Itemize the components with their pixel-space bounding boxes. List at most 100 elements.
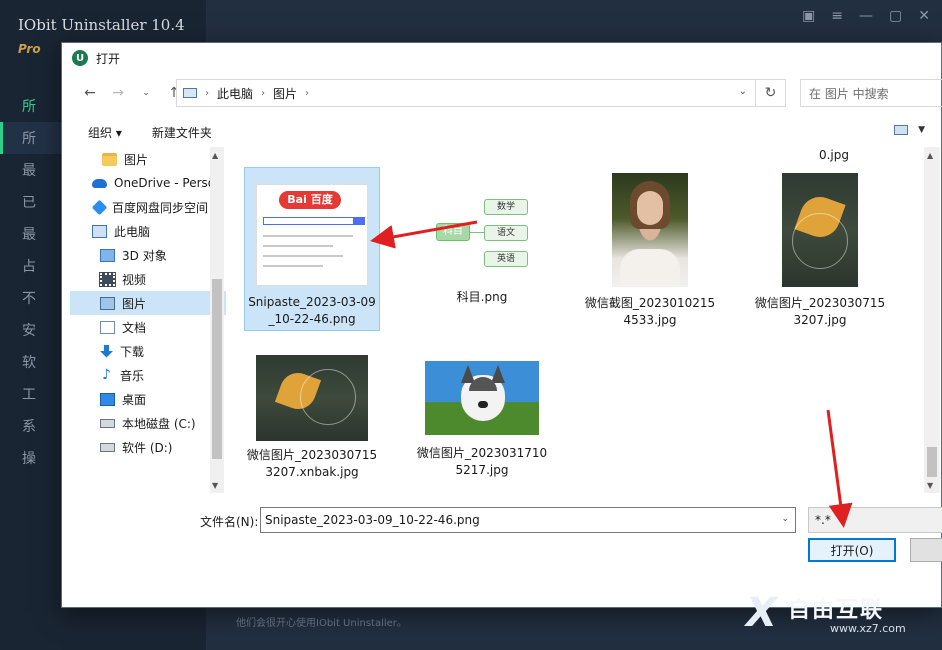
back-arrow-icon[interactable]: ← xyxy=(78,81,102,105)
scroll-down-icon[interactable]: ▼ xyxy=(927,481,933,490)
app-title: IObit Uninstaller 10.4 xyxy=(18,16,185,34)
nav-item-videos[interactable]: 视频 xyxy=(70,267,226,291)
nav-item-pictures[interactable]: 图片 xyxy=(70,291,226,315)
file-name: Snipaste_2023-03-09_10-22-46.png xyxy=(248,295,376,326)
view-dropdown-icon[interactable]: ▼ xyxy=(918,125,925,135)
command-toolbar: 组织 ▾ 新建文件夹 ▼ xyxy=(62,119,941,145)
open-button[interactable]: 打开(O) xyxy=(808,538,896,562)
text-line xyxy=(263,265,323,267)
file-name: 0.jpg xyxy=(818,148,850,162)
breadcrumb-chevron-icon[interactable]: › xyxy=(261,88,265,99)
app-minimize-icon[interactable]: — xyxy=(859,8,873,24)
nav-item-this-pc[interactable]: 此电脑 xyxy=(70,219,226,243)
app-nav-item[interactable]: 安 xyxy=(0,314,62,346)
nav-item-pictures-quick[interactable]: 图片 xyxy=(70,147,226,171)
navigation-pane: 图片 OneDrive - Perso 百度网盘同步空间 此电脑 3D 对象 视… xyxy=(70,147,226,493)
video-icon xyxy=(99,271,116,287)
nav-item-label: 视频 xyxy=(122,272,147,287)
forward-arrow-icon[interactable]: → xyxy=(106,81,130,105)
music-icon: ♪ xyxy=(102,367,111,383)
cancel-button[interactable] xyxy=(910,538,942,562)
breadcrumb-chevron-icon[interactable]: › xyxy=(205,88,209,99)
scroll-thumb[interactable] xyxy=(927,447,937,477)
nav-item-baidu-netdisk[interactable]: 百度网盘同步空间 xyxy=(70,195,226,219)
file-thumbnail: Bai 百度 xyxy=(256,184,368,286)
file-item[interactable]: 0.jpg xyxy=(766,147,902,164)
app-nav-item[interactable]: 操 xyxy=(0,442,62,474)
watermark-x-logo: X xyxy=(746,590,777,636)
nav-item-3d-objects[interactable]: 3D 对象 xyxy=(70,243,226,267)
filename-label: 文件名(N): xyxy=(200,515,259,529)
nav-item-local-disk-c[interactable]: 本地磁盘 (C:) xyxy=(70,411,226,435)
documents-icon xyxy=(100,320,115,334)
filename-dropdown-icon[interactable]: ⌄ xyxy=(781,514,789,524)
app-gift-icon[interactable]: ▣ xyxy=(802,8,815,24)
refresh-icon[interactable]: ↻ xyxy=(756,79,786,107)
nav-item-label: 桌面 xyxy=(122,392,147,407)
app-maximize-icon[interactable]: ▢ xyxy=(889,8,902,24)
nav-item-label: 3D 对象 xyxy=(122,248,167,263)
nav-item-documents[interactable]: 文档 xyxy=(70,315,226,339)
recent-locations-chevron-icon[interactable]: ⌄ xyxy=(134,81,158,105)
app-nav-item[interactable]: 工 xyxy=(0,378,62,410)
file-grid-scrollbar[interactable]: ▲ ▼ xyxy=(924,147,940,493)
text-line xyxy=(263,255,343,257)
nav-item-downloads[interactable]: 下载 xyxy=(70,339,226,363)
app-nav-item[interactable]: 系 xyxy=(0,410,62,442)
app-nav-item[interactable]: 最 xyxy=(0,218,62,250)
breadcrumb-pictures[interactable]: 图片 xyxy=(273,85,297,102)
app-edition-badge: Pro xyxy=(18,42,41,56)
file-item[interactable]: 微信截图_20230102154533.jpg xyxy=(582,171,718,329)
nav-item-music[interactable]: ♪ 音乐 xyxy=(70,363,226,387)
downloads-icon xyxy=(100,344,113,358)
search-input[interactable]: 在 图片 中搜索 xyxy=(800,79,942,107)
scroll-down-icon[interactable]: ▼ xyxy=(212,481,218,490)
app-menu-icon[interactable]: ≡ xyxy=(831,8,843,24)
app-close-icon[interactable]: ✕ xyxy=(918,8,930,24)
app-nav-item[interactable]: 占 xyxy=(0,250,62,282)
search-button-shape xyxy=(353,217,365,225)
filename-input[interactable]: Snipaste_2023-03-09_10-22-46.png ⌄ xyxy=(260,507,796,533)
nav-item-onedrive[interactable]: OneDrive - Perso xyxy=(70,171,226,195)
breadcrumb-this-pc[interactable]: 此电脑 xyxy=(217,85,253,102)
nav-item-label: 音乐 xyxy=(120,368,145,383)
address-bar[interactable]: › 此电脑 › 图片 › ⌄ xyxy=(176,79,756,107)
file-item[interactable]: 科目 数学 语文 英语 科目.png xyxy=(414,167,550,306)
file-item[interactable]: 微信图片_20230307153207.jpg xyxy=(752,171,888,329)
new-folder-button[interactable]: 新建文件夹 xyxy=(152,124,212,141)
3d-objects-icon xyxy=(100,248,115,262)
nav-item-label: 百度网盘同步空间 xyxy=(112,200,209,215)
app-nav-item[interactable]: 软 xyxy=(0,346,62,378)
file-thumbnail xyxy=(782,173,858,287)
app-nav-item[interactable]: 所 xyxy=(0,90,62,122)
app-nav: 所 所 最 已 最 占 不 安 软 工 系 操 xyxy=(0,90,62,474)
app-nav-item[interactable]: 已 xyxy=(0,186,62,218)
app-nav-item[interactable]: 不 xyxy=(0,282,62,314)
nav-item-label: 图片 xyxy=(124,152,149,167)
app-nav-item[interactable]: 所 xyxy=(0,122,62,154)
pictures-icon xyxy=(100,296,115,310)
app-nav-item[interactable]: 最 xyxy=(0,154,62,186)
file-item[interactable]: 微信图片_20230307153207.xnbak.jpg xyxy=(244,353,380,481)
file-item[interactable]: Bai 百度 Snipaste_2023-03-09_10-22-46.png xyxy=(244,167,380,331)
file-item[interactable]: 微信图片_20230317105217.jpg xyxy=(414,359,550,479)
address-dropdown-icon[interactable]: ⌄ xyxy=(739,86,747,97)
nav-item-software-d[interactable]: 软件 (D:) xyxy=(70,435,226,459)
file-name: 微信图片_20230317105217.jpg xyxy=(416,446,548,477)
scroll-up-icon[interactable]: ▲ xyxy=(212,151,218,160)
dialog-titlebar: U 打开 xyxy=(62,43,941,73)
file-name: 微信图片_20230307153207.xnbak.jpg xyxy=(246,448,378,479)
circle-overlay xyxy=(792,213,848,269)
scroll-up-icon[interactable]: ▲ xyxy=(927,151,933,160)
navigation-scrollbar[interactable]: ▲ ▼ xyxy=(210,147,224,493)
organize-menu-button[interactable]: 组织 ▾ xyxy=(88,124,122,141)
nav-item-desktop[interactable]: 桌面 xyxy=(70,387,226,411)
view-mode-icon[interactable] xyxy=(894,125,909,135)
view-options[interactable]: ▼ xyxy=(894,125,925,135)
scroll-thumb[interactable] xyxy=(212,279,222,459)
baidu-logo: Bai 百度 xyxy=(279,191,341,209)
mindmap-link xyxy=(470,232,484,233)
breadcrumb-chevron-icon[interactable]: › xyxy=(305,88,309,99)
file-type-filter[interactable]: *.* xyxy=(808,507,942,533)
nav-item-label: 本地磁盘 (C:) xyxy=(122,416,196,431)
